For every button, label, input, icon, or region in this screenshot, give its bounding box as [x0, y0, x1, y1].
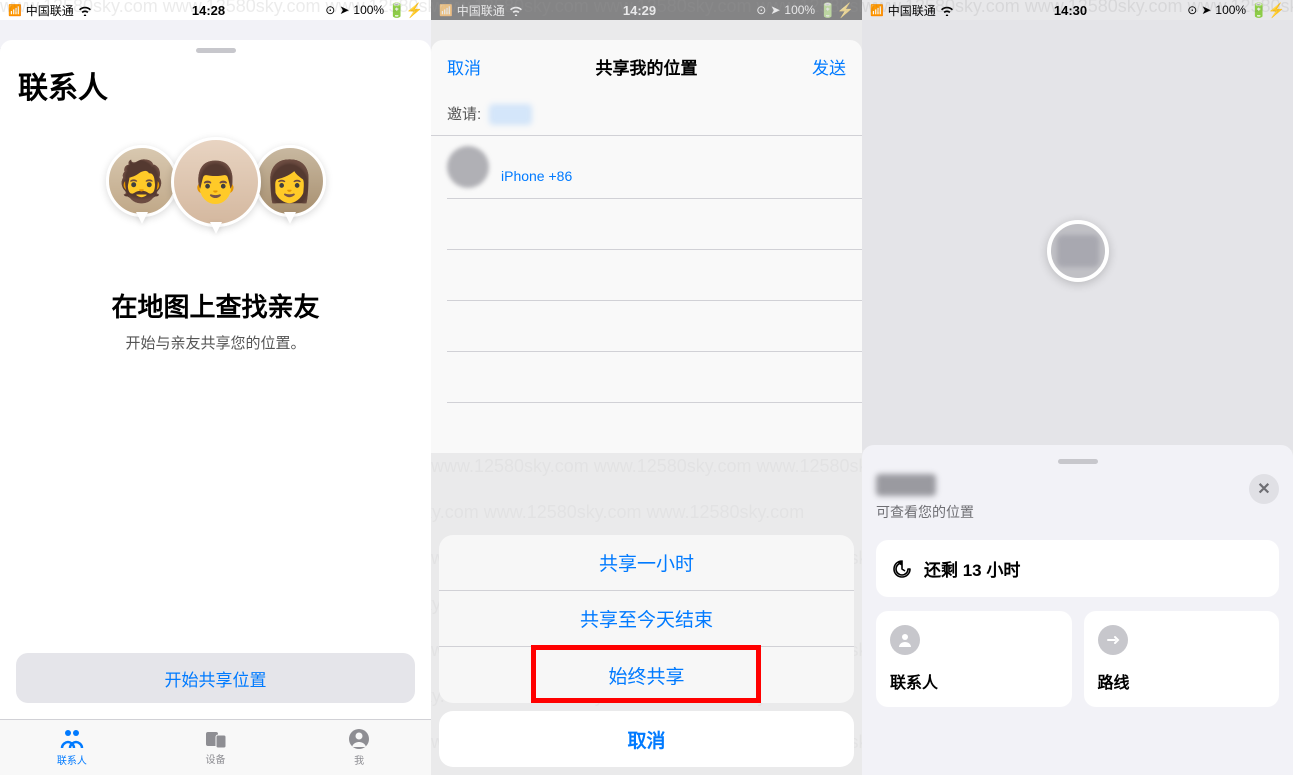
modal-title: 共享我的位置: [596, 54, 698, 79]
contact-phone: iPhone +86: [501, 168, 572, 184]
contacts-sheet: 联系人 🧔 👨 👩 在地图上查找亲友 开始与亲友共享您的位置。 开始共享位置 联…: [0, 40, 431, 775]
battery-icon: 🔋⚡: [1250, 2, 1285, 19]
history-icon: [892, 559, 912, 579]
page-title: 联系人: [0, 63, 431, 117]
tab-label: 我: [354, 752, 364, 767]
action-label: 联系人: [890, 669, 1058, 693]
map-location-marker[interactable]: [1047, 220, 1109, 282]
tab-contacts[interactable]: 联系人: [0, 720, 144, 775]
cancel-button[interactable]: 取消: [447, 54, 481, 79]
contact-name: [876, 474, 936, 496]
status-time: 14:30: [1054, 3, 1087, 18]
subhead-text: 开始与亲友共享您的位置。: [0, 332, 431, 353]
carrier-label: 中国联通: [888, 2, 936, 19]
share-location-modal: 取消 共享我的位置 发送 邀请: iPhone +86: [431, 40, 862, 453]
contact-detail-sheet: 可查看您的位置 ✕ 还剩 13 小时 联系人: [862, 445, 1293, 775]
duration-action-sheet: 共享一小时 共享至今天结束 始终共享 取消: [439, 535, 854, 767]
memoji-icon: 🧔: [106, 145, 178, 217]
status-bar: 📶 中国联通 14:28 ⊙ ➤ 100% 🔋⚡: [0, 0, 431, 20]
start-sharing-button[interactable]: 开始共享位置: [16, 653, 415, 703]
screen-share-modal: 📶 中国联通 14:29 ⊙ ➤ 100% 🔋⚡ 取消 共享我的位置 发送 邀请…: [431, 0, 862, 775]
battery-pct: 100%: [1215, 3, 1246, 17]
sheet-subtitle: 可查看您的位置: [876, 502, 974, 522]
contact-name: [501, 151, 572, 168]
directions-action-button[interactable]: 路线: [1084, 611, 1280, 707]
share-until-eod-button[interactable]: 共享至今天结束: [439, 591, 854, 647]
wifi-icon: [940, 5, 954, 16]
devices-icon: [205, 729, 227, 749]
headline-text: 在地图上查找亲友: [20, 287, 411, 324]
tab-label: 设备: [206, 751, 226, 766]
route-icon: [1098, 625, 1128, 655]
start-sharing-label: 开始共享位置: [165, 666, 267, 691]
location-arrow-icon: ➤: [1201, 3, 1211, 17]
sheet-grabber[interactable]: [196, 48, 236, 53]
screen-map-detail: 📶 中国联通 14:30 ⊙ ➤ 100% 🔋⚡ 可查看您的位置 ✕: [862, 0, 1293, 775]
avatar-icon: [447, 146, 489, 188]
battery-icon: 🔋⚡: [388, 2, 423, 19]
status-bar: 📶 中国联通 14:30 ⊙ ➤ 100% 🔋⚡: [862, 0, 1293, 20]
close-icon: ✕: [1257, 479, 1270, 499]
share-one-hour-button[interactable]: 共享一小时: [439, 535, 854, 591]
signal-icon: 📶: [870, 4, 884, 17]
send-button[interactable]: 发送: [812, 54, 846, 79]
map-view[interactable]: [862, 20, 1293, 450]
remaining-time-card[interactable]: 还剩 13 小时: [876, 540, 1279, 597]
alarm-icon: ⊙: [325, 3, 335, 17]
screen-contacts: 📶 中国联通 14:28 ⊙ ➤ 100% 🔋⚡ 联系人 🧔 👨 👩 在地图上查…: [0, 0, 431, 775]
signal-icon: 📶: [8, 4, 22, 17]
tab-me[interactable]: 我: [287, 720, 431, 775]
contact-action-button[interactable]: 联系人: [876, 611, 1072, 707]
status-time: 14:28: [192, 3, 225, 18]
memoji-icon: 👨: [171, 137, 261, 227]
invite-field[interactable]: 邀请:: [431, 93, 862, 135]
tab-devices[interactable]: 设备: [144, 720, 288, 775]
memoji-illustration: 🧔 👨 👩: [0, 137, 431, 247]
invite-token[interactable]: [489, 104, 532, 125]
action-label: 路线: [1098, 669, 1266, 693]
location-arrow-icon: ➤: [339, 3, 349, 17]
me-icon: [348, 728, 370, 750]
action-sheet-cancel-button[interactable]: 取消: [439, 711, 854, 767]
sheet-grabber[interactable]: [1058, 459, 1098, 464]
share-forever-button[interactable]: 始终共享: [439, 647, 854, 703]
close-button[interactable]: ✕: [1249, 474, 1279, 504]
invite-label: 邀请:: [447, 106, 481, 123]
remaining-time-text: 还剩 13 小时: [924, 556, 1020, 581]
person-icon: [890, 625, 920, 655]
memoji-icon: 👩: [254, 145, 326, 217]
contact-suggestion[interactable]: iPhone +86: [431, 136, 862, 198]
wifi-icon: [78, 5, 92, 16]
people-icon: [60, 728, 84, 750]
alarm-icon: ⊙: [1187, 3, 1197, 17]
tab-bar: 联系人 设备 我: [0, 719, 431, 775]
carrier-label: 中国联通: [26, 2, 74, 19]
tab-label: 联系人: [57, 752, 87, 767]
marker-avatar-icon: [1057, 235, 1099, 267]
battery-pct: 100%: [353, 3, 384, 17]
